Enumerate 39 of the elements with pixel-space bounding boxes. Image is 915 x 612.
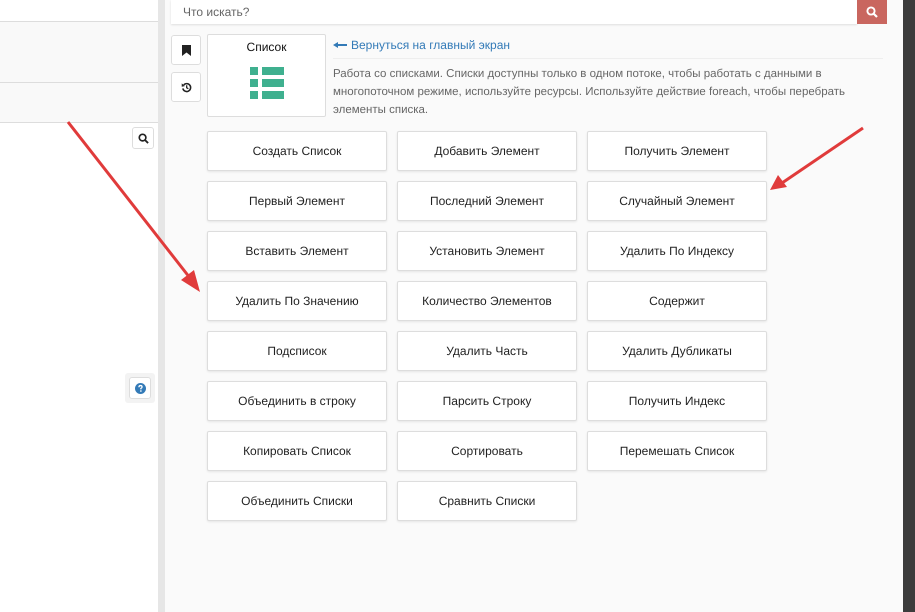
category-title: Список [246,40,286,54]
action-button[interactable]: Парсить Строку [397,381,577,421]
action-button[interactable]: Удалить Дубликаты [587,331,767,371]
action-button[interactable]: Получить Индекс [587,381,767,421]
action-button[interactable]: Содержит [587,281,767,321]
action-button[interactable]: Удалить По Значению [207,281,387,321]
action-button[interactable]: Подсписок [207,331,387,371]
search-button[interactable] [132,127,154,149]
bookmark-button[interactable] [171,35,201,65]
search-field[interactable]: Что искать? [171,0,857,24]
arrow-left-icon [333,42,347,48]
action-button[interactable]: Копировать Список [207,431,387,471]
action-button[interactable]: Установить Элемент [397,231,577,271]
history-button[interactable] [171,72,201,102]
search-icon [866,6,878,18]
action-button[interactable]: Объединить в строку [207,381,387,421]
action-button[interactable]: Сравнить Списки [397,481,577,521]
history-icon [180,82,192,92]
action-button[interactable]: Получить Элемент [587,131,767,171]
action-button[interactable]: Последний Элемент [397,181,577,221]
action-button[interactable]: Создать Список [207,131,387,171]
search-icon [138,132,148,144]
help-button[interactable] [129,377,151,399]
action-button[interactable]: Случайный Элемент [587,181,767,221]
bookmark-icon [182,44,190,56]
action-button[interactable]: Сортировать [397,431,577,471]
action-button[interactable]: Перемешать Список [587,431,767,471]
action-button[interactable]: Вставить Элемент [207,231,387,271]
list-icon [250,67,284,100]
action-button[interactable]: Количество Элементов [397,281,577,321]
scrollbar[interactable] [903,0,915,612]
action-button[interactable]: Первый Элемент [207,181,387,221]
help-icon [134,382,146,394]
description-text: Работа со списками. Списки доступны только в одном потоке, чтобы работать с данными в многопоточном режиме, используйте ресурсы. Используйте действие foreach, чтобы перебрать элементы списка. [333,58,883,119]
back-link[interactable]: Вернуться на главный экран [351,38,510,52]
action-button[interactable]: Удалить По Индексу [587,231,767,271]
action-button[interactable]: Объединить Списки [207,481,387,521]
action-button[interactable]: Удалить Часть [397,331,577,371]
action-button[interactable]: Добавить Элемент [397,131,577,171]
